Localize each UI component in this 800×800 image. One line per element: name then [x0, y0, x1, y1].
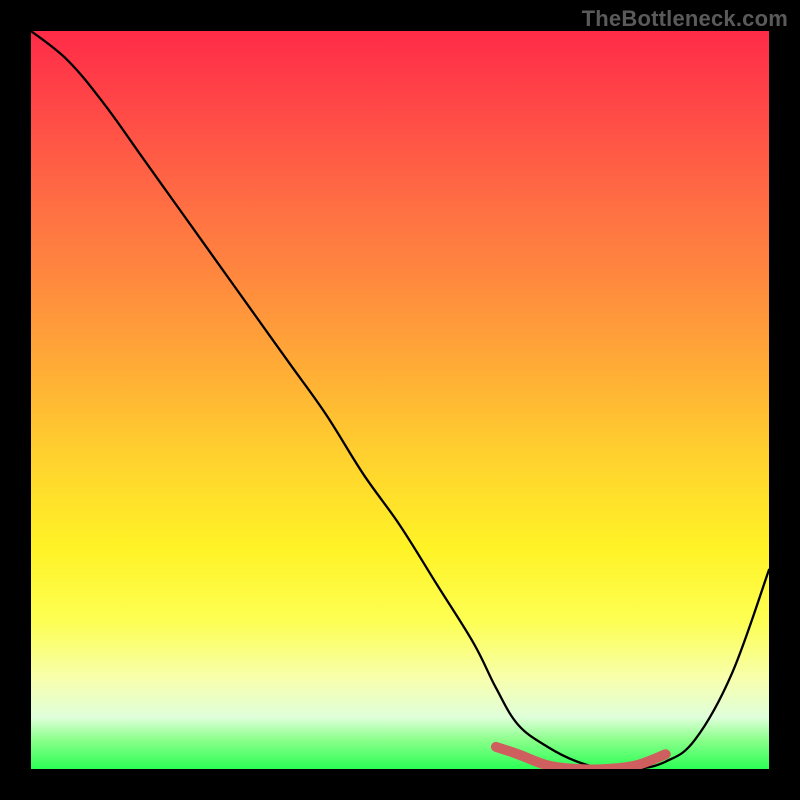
bottleneck-curve-path	[31, 31, 769, 769]
bottleneck-chart-svg	[31, 31, 769, 769]
highlight-band-path	[496, 747, 666, 769]
chart-plot-area	[31, 31, 769, 769]
watermark-text: TheBottleneck.com	[582, 6, 788, 32]
